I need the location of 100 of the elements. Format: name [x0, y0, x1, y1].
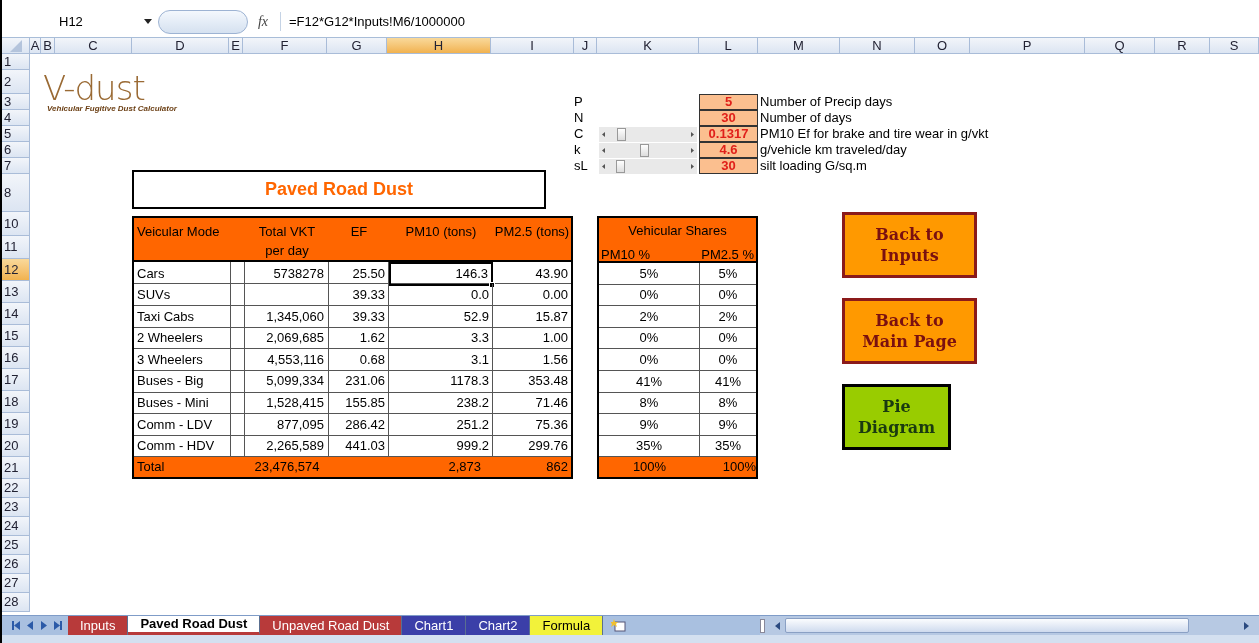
row-heading[interactable]: 16 — [2, 347, 30, 369]
column-heading[interactable]: D — [132, 38, 229, 54]
slider-thumb[interactable] — [640, 144, 650, 157]
column-heading[interactable]: E — [229, 38, 243, 54]
insert-function-button[interactable]: fx — [252, 11, 274, 32]
parameter-symbol: k — [574, 142, 582, 158]
row-heading[interactable]: 23 — [2, 498, 30, 517]
table-cell: Buses - Mini — [134, 392, 231, 414]
column-heading[interactable]: J — [574, 38, 597, 54]
row-heading[interactable]: 17 — [2, 369, 30, 391]
row-heading[interactable]: 1 — [2, 54, 30, 70]
table-cell-text: 1.56 — [541, 350, 569, 369]
column-heading[interactable]: R — [1155, 38, 1210, 54]
row-heading[interactable]: 26 — [2, 555, 30, 574]
table-cell-text: 9% — [717, 415, 739, 434]
table-cell: 39.33 — [329, 306, 389, 327]
row-heading[interactable]: 12 — [2, 259, 30, 281]
table-cell[interactable]: 3.1 — [389, 349, 493, 370]
formula-bar-pill[interactable] — [158, 9, 248, 34]
column-heading[interactable]: Q — [1085, 38, 1155, 54]
column-heading[interactable]: H — [387, 38, 491, 54]
table-cell-text: 353.48 — [527, 372, 569, 391]
first-sheet-icon[interactable] — [12, 621, 20, 630]
row-heading[interactable]: 24 — [2, 517, 30, 536]
table-cell: 9% — [599, 414, 700, 435]
last-sheet-icon[interactable] — [54, 621, 62, 630]
table-cell[interactable]: 3.3 — [389, 327, 493, 349]
table-cell: 286.42 — [329, 414, 389, 435]
column-heading[interactable]: F — [243, 38, 327, 54]
row-heading[interactable]: 4 — [2, 110, 30, 126]
horizontal-scrollbar[interactable] — [785, 618, 1189, 633]
table-cell[interactable]: 999.2 — [389, 435, 493, 457]
column-heading[interactable]: C — [55, 38, 132, 54]
sheet-tab[interactable]: Chart1 — [402, 616, 467, 635]
column-header: EF — [349, 223, 369, 241]
row-heading[interactable]: 5 — [2, 126, 30, 142]
next-sheet-icon[interactable] — [40, 621, 48, 630]
row-heading[interactable]: 21 — [2, 457, 30, 479]
link-button[interactable]: Back to Main Page — [842, 298, 977, 364]
row-heading[interactable]: 20 — [2, 435, 30, 457]
row-heading[interactable]: 18 — [2, 391, 30, 413]
link-button[interactable]: Back to Inputs — [842, 212, 977, 278]
table-cell: 877,095 — [245, 414, 329, 435]
table-cell-text: Total — [136, 458, 166, 477]
row-heading[interactable]: 2 — [2, 70, 30, 94]
column-heading[interactable]: B — [41, 38, 55, 54]
column-heading[interactable]: N — [840, 38, 915, 54]
sheet-tab[interactable]: Unpaved Road Dust — [260, 616, 403, 635]
column-heading[interactable]: K — [597, 38, 699, 54]
row-heading[interactable]: 27 — [2, 574, 30, 593]
table-cell: 5,099,334 — [245, 370, 329, 392]
column-heading[interactable]: M — [758, 38, 840, 54]
table-cell[interactable]: 251.2 — [389, 414, 493, 435]
link-button[interactable]: Pie Diagram — [842, 384, 951, 450]
sheet-tab[interactable]: Chart2 — [466, 616, 531, 635]
table-cell: 1.62 — [329, 327, 389, 349]
new-sheet-icon[interactable] — [611, 619, 628, 632]
column-heading[interactable]: L — [699, 38, 758, 54]
split-handle-icon[interactable] — [760, 618, 765, 633]
table-cell[interactable]: 1178.3 — [389, 370, 493, 392]
sheet-tab[interactable]: Paved Road Dust — [128, 616, 261, 635]
parameter-description: Number of days — [759, 110, 853, 126]
table-cell: Buses - Big — [134, 370, 231, 392]
row-heading[interactable]: 15 — [2, 325, 30, 347]
column-heading[interactable]: O — [915, 38, 970, 54]
table-cell[interactable]: 0.0 — [389, 284, 493, 305]
column-heading[interactable]: I — [491, 38, 574, 54]
table-cell: 35% — [599, 435, 700, 457]
table-cell: SUVs — [134, 284, 231, 305]
column-heading[interactable]: S — [1210, 38, 1259, 54]
table-cell: 3 Wheelers — [134, 349, 231, 370]
row-heading[interactable]: 28 — [2, 593, 30, 612]
slider-thumb[interactable] — [617, 128, 627, 141]
previous-sheet-icon[interactable] — [26, 621, 34, 630]
sheet-tab[interactable]: Formula — [530, 616, 604, 635]
row-heading[interactable]: 25 — [2, 536, 30, 555]
row-heading[interactable]: 19 — [2, 413, 30, 435]
row-heading[interactable]: 14 — [2, 303, 30, 325]
column-heading[interactable]: G — [327, 38, 387, 54]
row-heading[interactable]: 10 — [2, 212, 30, 236]
table-cell: 1,345,060 — [245, 306, 329, 327]
table-cell-text: 0% — [717, 286, 739, 305]
slider-thumb[interactable] — [615, 160, 625, 173]
row-heading[interactable]: 8 — [2, 174, 30, 212]
row-heading[interactable]: 22 — [2, 479, 30, 498]
table-cell: 41% — [599, 371, 700, 392]
row-heading[interactable]: 7 — [2, 158, 30, 174]
formula-text[interactable]: =F12*G12*Inputs!M6/1000000 — [280, 11, 1259, 32]
sheet-tab[interactable]: Inputs — [68, 616, 129, 635]
column-heading[interactable]: P — [970, 38, 1085, 54]
row-heading[interactable]: 3 — [2, 94, 30, 110]
row-heading[interactable]: 6 — [2, 142, 30, 158]
table-cell-text: 0% — [717, 351, 739, 369]
row-heading[interactable]: 11 — [2, 236, 30, 259]
table-cell[interactable]: 146.3 — [389, 262, 493, 286]
table-cell[interactable]: 238.2 — [389, 392, 493, 414]
dropdown-caret-icon[interactable] — [144, 19, 152, 24]
table-cell: 0% — [599, 349, 700, 371]
row-heading[interactable]: 13 — [2, 281, 30, 303]
table-cell[interactable]: 52.9 — [389, 306, 493, 327]
